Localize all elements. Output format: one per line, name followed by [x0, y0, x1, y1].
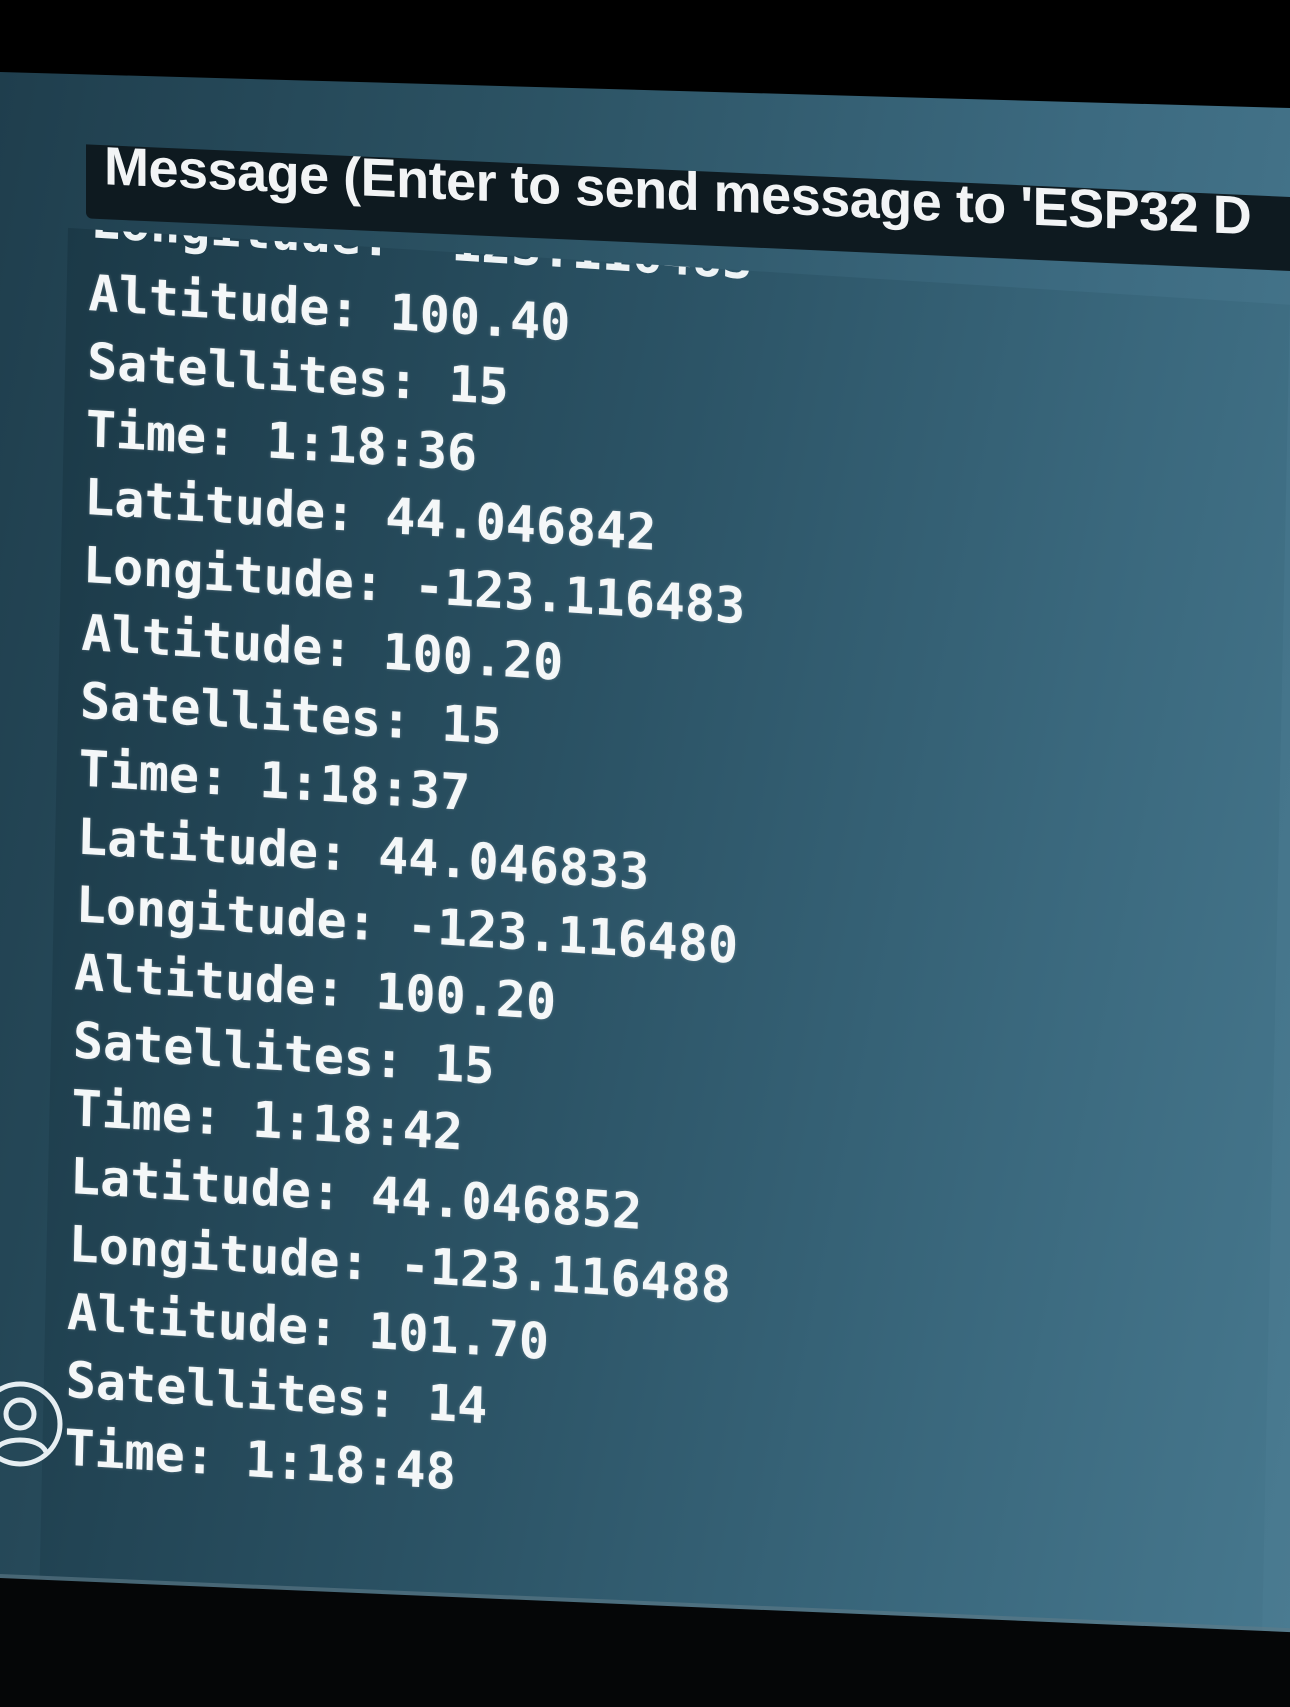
serial-output-lines: Altitude: 100.40 Satellites: 15 Time: 1:… [64, 259, 752, 1523]
account-icon[interactable] [0, 1378, 66, 1470]
message-input-placeholder: Message (Enter to send message to 'ESP32… [104, 144, 1252, 247]
serial-output-panel[interactable]: Longitude: -123.116483 Altitude: 100.40 … [39, 227, 1290, 1661]
serial-monitor-window: Message (Enter to send message to 'ESP32… [0, 72, 1290, 1661]
photo-of-monitor: Message (Enter to send message to 'ESP32… [0, 0, 1290, 1707]
